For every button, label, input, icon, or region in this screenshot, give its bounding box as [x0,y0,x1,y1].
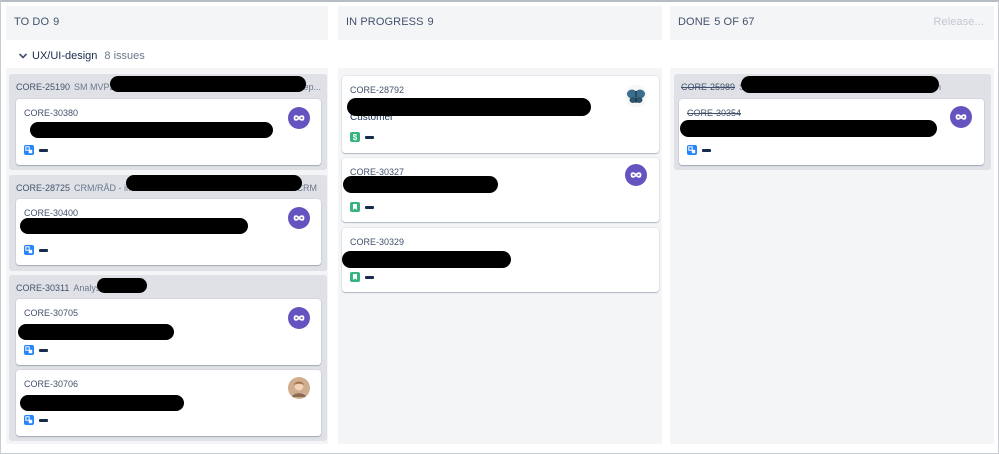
redaction-mark [20,395,184,411]
parent-key[interactable]: CORE-28725 [16,183,70,193]
issue-key[interactable]: CORE-30705 [24,308,78,318]
column-count: 5 OF 67 [714,16,755,28]
redaction-mark [741,76,939,93]
butterfly-avatar-icon[interactable] [625,85,647,107]
column-count: 9 [53,16,60,28]
story-icon [350,272,360,282]
parent-summary: SM MVP2 [74,82,115,92]
priority-dash-icon [702,149,711,152]
infinity-avatar-icon[interactable] [288,107,310,129]
column-header-in-progress: IN PROGRESS 9 [338,6,662,40]
parent-header[interactable]: CORE-28725 CRM/RÅD - im [16,183,134,193]
subtask-icon [24,345,34,355]
subtask-icon [24,145,34,155]
parent-key[interactable]: CORE-30311 [16,283,69,293]
priority-dash-icon [39,149,48,152]
parent-header[interactable]: CORE-25190 SM MVP2 [16,82,115,92]
redaction-mark [343,176,498,193]
priority-dash-icon [365,276,374,279]
redaction-mark [347,98,591,116]
issue-key[interactable]: CORE-28792 [350,85,404,95]
priority-dash-icon [365,206,374,209]
release-link[interactable]: Release... [933,16,984,28]
swimlane-issue-count: 8 issues [104,50,145,62]
infinity-avatar-icon[interactable] [288,207,310,229]
story-icon [350,202,360,212]
parent-key[interactable]: CORE-25989 [681,82,735,92]
redaction-mark [110,76,306,92]
priority-dash-icon [39,349,48,352]
redaction-mark [30,122,273,138]
infinity-avatar-icon[interactable] [625,164,647,186]
priority-dash-icon [365,136,374,139]
column-title: TO DO [14,16,50,28]
priority-dash-icon [39,419,48,422]
redaction-mark [20,218,248,234]
infinity-avatar-icon[interactable] [950,106,972,128]
swimlane-name: UX/UI-design [32,50,98,62]
parent-header[interactable]: CORE-25989S [681,82,745,92]
subtask-icon [24,415,34,425]
issue-key[interactable]: CORE-30380 [24,108,78,118]
parent-header[interactable]: CORE-30311 Analys [16,283,100,293]
redaction-mark [126,175,302,191]
parent-summary: CRM/RÅD - im [74,183,134,193]
redaction-mark [97,278,147,293]
person-avatar-icon[interactable] [288,377,310,399]
swimlane-header[interactable]: UX/UI-design 8 issues [18,50,145,62]
column-title: DONE [678,16,711,28]
infinity-avatar-icon[interactable] [288,307,310,329]
parent-key[interactable]: CORE-25190 [16,82,70,92]
redaction-mark [18,324,174,340]
column-header-todo: TO DO 9 [6,6,328,40]
column-header-done: DONE 5 OF 67 Release... [670,6,994,40]
redaction-mark [680,120,937,137]
dollar-icon: $ [350,132,360,142]
issue-key[interactable]: CORE-30354 [687,108,741,118]
priority-dash-icon [39,249,48,252]
chevron-down-icon[interactable] [18,51,28,61]
issue-key[interactable]: CORE-30706 [24,379,78,389]
column-title: IN PROGRESS [346,16,424,28]
issue-key[interactable]: CORE-30400 [24,208,78,218]
redaction-mark [342,251,511,268]
subtask-icon [687,145,697,155]
issue-key[interactable]: CORE-30329 [350,237,404,247]
subtask-icon [24,245,34,255]
column-count: 9 [427,16,434,28]
